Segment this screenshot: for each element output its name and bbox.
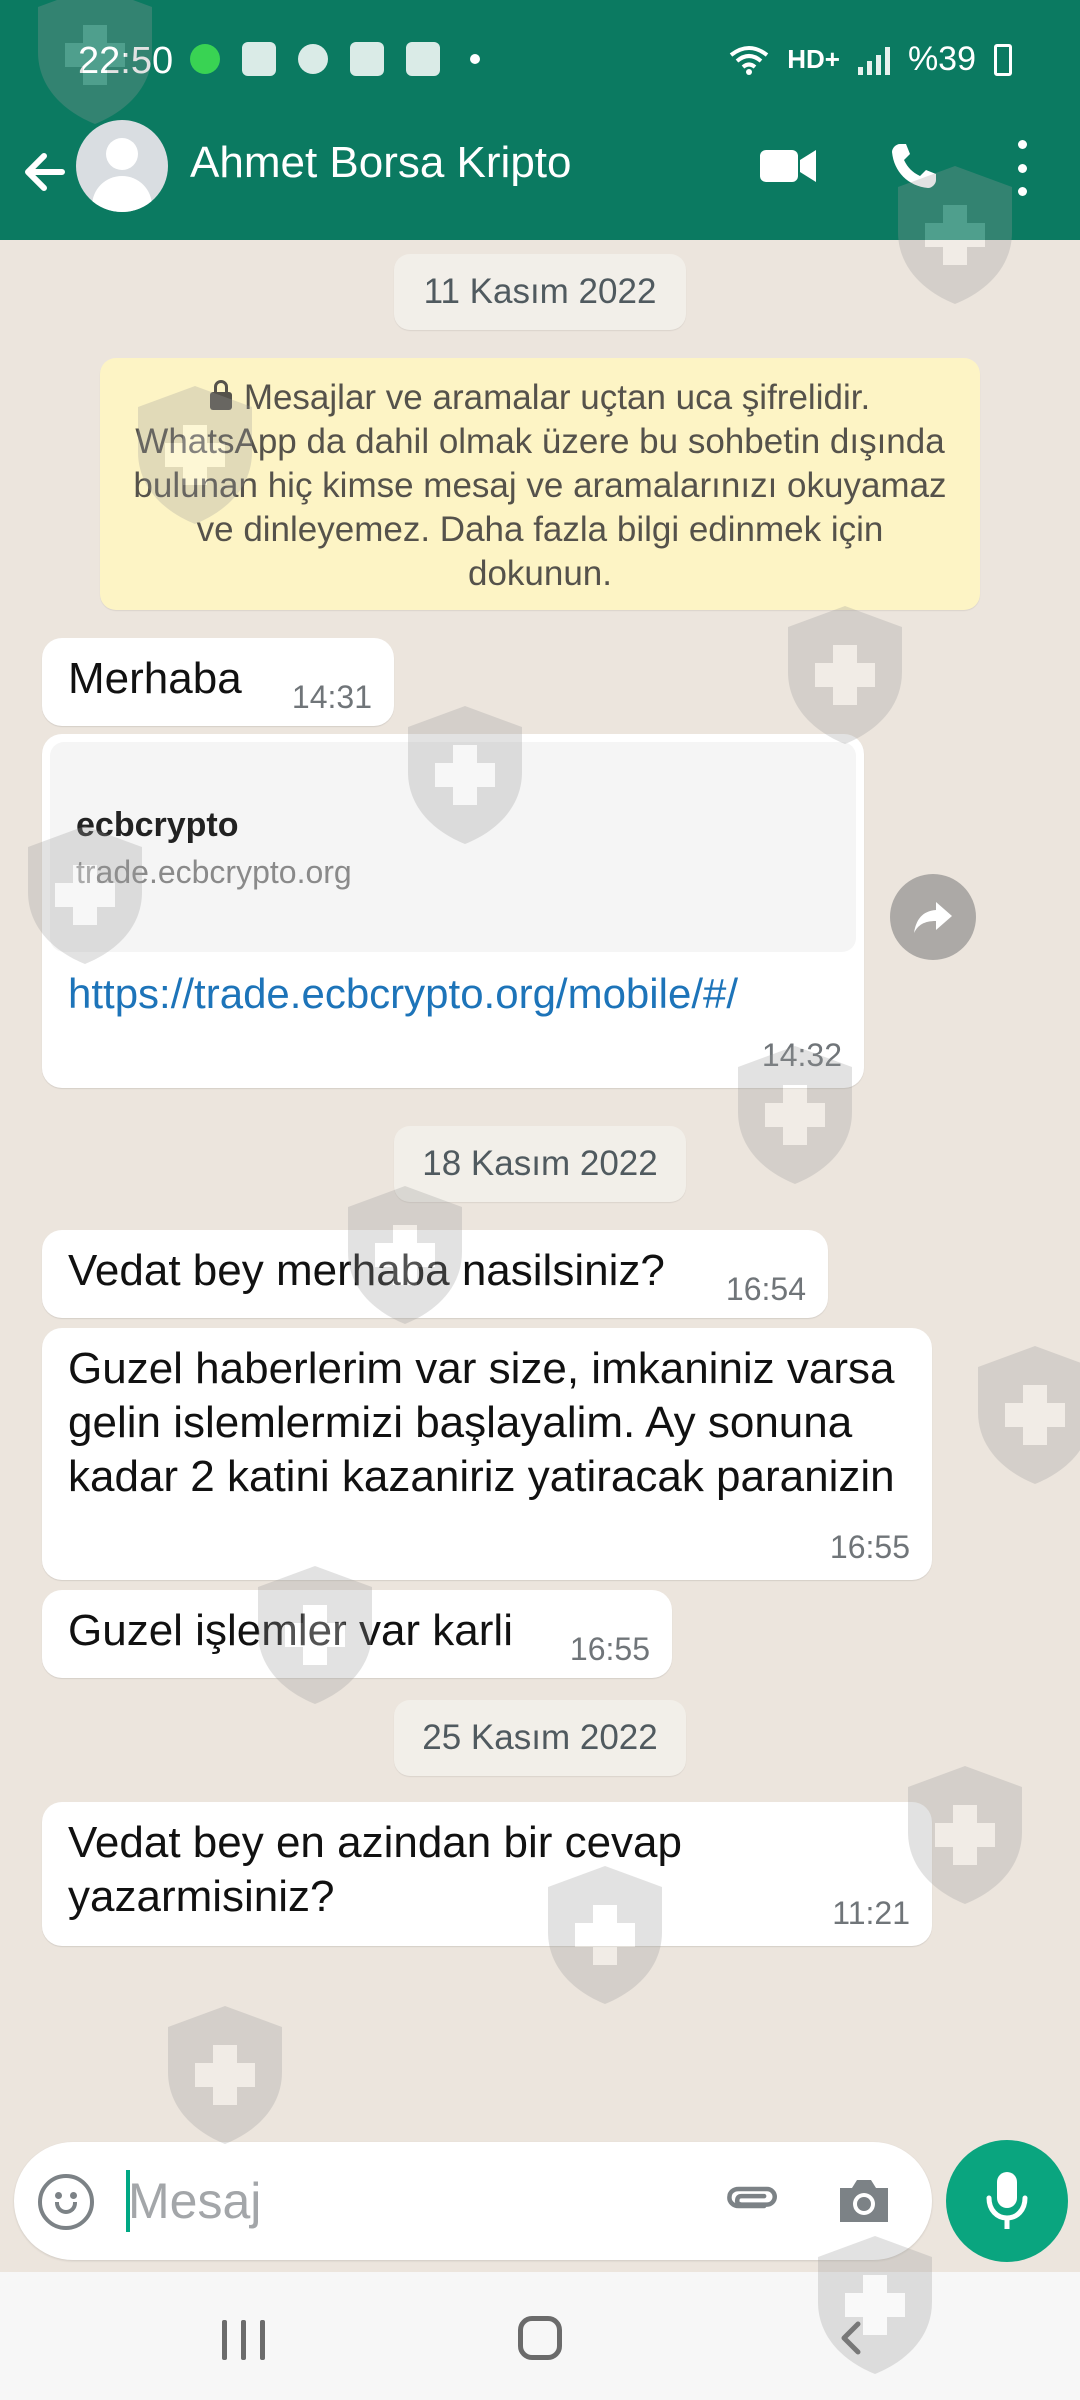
home-button[interactable]	[518, 2316, 562, 2360]
camera-icon[interactable]	[834, 2174, 894, 2228]
message-time: 14:31	[291, 679, 372, 715]
watermark-shield-icon	[348, 1186, 462, 1324]
battery-icon	[994, 43, 1012, 76]
watermark-shield-icon	[168, 2006, 282, 2144]
message-text: Guzel haberlerim var size, imkaniniz var…	[68, 1344, 895, 1501]
watermark-shield-icon	[788, 606, 902, 744]
status-notification-icons	[190, 42, 480, 76]
image-icon	[406, 42, 440, 76]
watermark-shield-icon	[978, 1346, 1080, 1484]
message-composer[interactable]: Mesaj	[14, 2142, 932, 2260]
recent-apps-button[interactable]	[222, 2320, 265, 2360]
watermark-shield-icon	[908, 1766, 1022, 1904]
contact-name[interactable]: Ahmet Borsa Kripto	[190, 138, 572, 188]
video-call-icon[interactable]	[758, 146, 818, 186]
date-separator: 11 Kasım 2022	[394, 254, 686, 330]
message-bubble[interactable]: Merhaba 14:31	[42, 638, 394, 726]
watermark-shield-icon	[28, 826, 142, 964]
watermark-shield-icon	[408, 706, 522, 844]
watermark-shield-icon	[138, 386, 252, 524]
status-system-icons: HD+ %39	[729, 40, 1012, 79]
watermark-shield-icon	[548, 1866, 662, 2004]
attach-icon[interactable]	[720, 2176, 780, 2236]
android-icon	[242, 42, 276, 76]
battery-percent: %39	[907, 40, 976, 78]
message-input[interactable]: Mesaj	[128, 2172, 261, 2230]
message-link[interactable]: https://trade.ecbcrypto.org/mobile/#/	[68, 970, 738, 1018]
network-type: HD+	[787, 44, 840, 74]
wifi-icon	[729, 45, 769, 75]
message-bubble[interactable]: Guzel haberlerim var size, imkaniniz var…	[42, 1328, 932, 1580]
share-icon	[914, 902, 952, 933]
message-time: 16:55	[829, 1529, 910, 1565]
emoji-icon[interactable]	[38, 2174, 94, 2230]
active-dot-icon	[190, 44, 220, 74]
watermark-shield-icon	[258, 1566, 372, 1704]
translate-icon	[350, 42, 384, 76]
signal-icon	[857, 45, 890, 75]
forward-button[interactable]	[890, 874, 976, 960]
watermark-shield-icon	[898, 166, 1012, 304]
mic-icon	[986, 2172, 1028, 2229]
night-mode-icon	[298, 44, 328, 74]
more-notifications-dot-icon	[470, 54, 480, 64]
watermark-shield-icon	[818, 2236, 932, 2374]
avatar[interactable]	[76, 120, 168, 212]
mic-button[interactable]	[946, 2140, 1068, 2262]
message-bubble[interactable]: Vedat bey en azindan bir cevap yazarmisi…	[42, 1802, 932, 1946]
watermark-shield-icon	[738, 1046, 852, 1184]
message-time: 16:54	[725, 1271, 806, 1307]
watermark-shield-icon	[38, 0, 152, 124]
message-time: 16:55	[569, 1631, 650, 1667]
date-separator: 25 Kasım 2022	[394, 1700, 686, 1776]
back-arrow-icon[interactable]	[16, 142, 76, 202]
message-text: Merhaba	[68, 654, 242, 703]
